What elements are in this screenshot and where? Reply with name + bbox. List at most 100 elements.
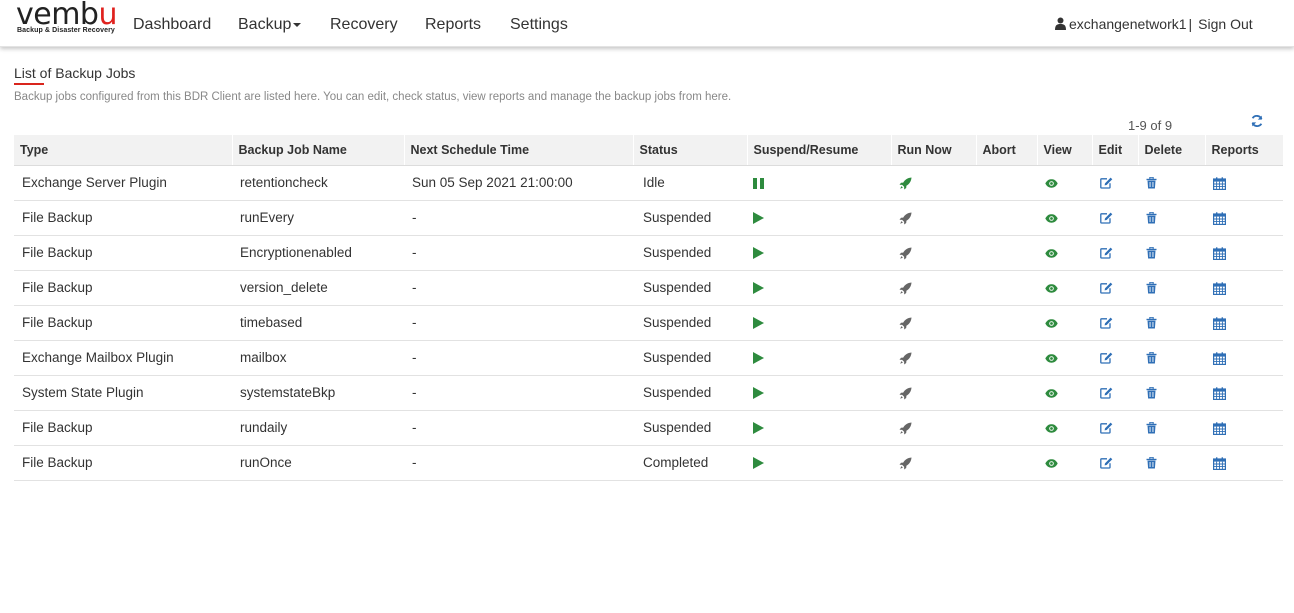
trash-icon[interactable]: [1146, 177, 1157, 189]
play-icon[interactable]: [753, 352, 764, 365]
edit-icon[interactable]: [1100, 422, 1113, 435]
cell-abort: [976, 340, 1037, 376]
play-icon[interactable]: [753, 247, 764, 260]
header-next-schedule[interactable]: Next Schedule Time: [403, 135, 633, 166]
cell-edit: [1092, 200, 1138, 236]
rocket-icon[interactable]: [899, 212, 912, 225]
play-icon[interactable]: [753, 387, 764, 400]
nav-dashboard[interactable]: Dashboard: [133, 0, 211, 47]
rocket-icon[interactable]: [899, 352, 912, 365]
eye-icon[interactable]: [1045, 179, 1058, 188]
rocket-icon[interactable]: [899, 422, 912, 435]
cell-delete: [1138, 340, 1205, 376]
play-icon[interactable]: [753, 422, 764, 435]
edit-icon[interactable]: [1100, 387, 1113, 400]
eye-icon[interactable]: [1045, 319, 1058, 328]
calendar-icon[interactable]: [1213, 422, 1226, 435]
calendar-icon[interactable]: [1213, 457, 1226, 470]
nav-recovery[interactable]: Recovery: [330, 0, 398, 47]
calendar-icon[interactable]: [1213, 352, 1226, 365]
cell-status: Suspended: [633, 305, 747, 341]
trash-icon[interactable]: [1146, 352, 1157, 364]
eye-icon[interactable]: [1045, 459, 1058, 468]
cell-reports: [1205, 200, 1283, 236]
calendar-icon[interactable]: [1213, 282, 1226, 295]
edit-icon[interactable]: [1100, 457, 1113, 470]
rocket-icon[interactable]: [899, 177, 912, 190]
calendar-icon[interactable]: [1213, 317, 1226, 330]
nav-settings[interactable]: Settings: [510, 0, 568, 47]
edit-icon[interactable]: [1100, 177, 1113, 190]
table-row: File Backup runOnce - Completed: [14, 445, 1283, 481]
cell-type: System State Plugin: [14, 375, 232, 411]
rocket-icon[interactable]: [899, 282, 912, 295]
cell-job-name: version_delete: [232, 270, 404, 306]
cell-reports: [1205, 235, 1283, 271]
edit-icon[interactable]: [1100, 247, 1113, 260]
header-job-name[interactable]: Backup Job Name: [231, 135, 404, 166]
calendar-icon[interactable]: [1213, 387, 1226, 400]
cell-next-schedule: -: [404, 410, 633, 446]
rocket-icon[interactable]: [899, 457, 912, 470]
cell-job-name: retentioncheck: [232, 165, 404, 201]
cell-run-now: [891, 375, 976, 411]
cell-job-name: runOnce: [232, 445, 404, 481]
edit-icon[interactable]: [1100, 352, 1113, 365]
play-icon[interactable]: [753, 317, 764, 330]
cell-run-now: [891, 410, 976, 446]
rocket-icon[interactable]: [899, 317, 912, 330]
edit-icon[interactable]: [1100, 282, 1113, 295]
cell-reports: [1205, 270, 1283, 306]
nav-reports[interactable]: Reports: [425, 0, 481, 47]
cell-job-name: timebased: [232, 305, 404, 341]
pause-icon[interactable]: [753, 177, 764, 189]
trash-icon[interactable]: [1146, 457, 1157, 469]
vembu-logo[interactable]: vembu Backup & Disaster Recovery: [16, 0, 117, 38]
calendar-icon[interactable]: [1213, 177, 1226, 190]
cell-delete: [1138, 445, 1205, 481]
cell-next-schedule: -: [404, 340, 633, 376]
header-status[interactable]: Status: [632, 135, 747, 166]
nav-backup[interactable]: Backup: [238, 0, 302, 47]
cell-next-schedule: -: [404, 235, 633, 271]
play-icon[interactable]: [753, 212, 764, 225]
cell-run-now: [891, 270, 976, 306]
trash-icon[interactable]: [1146, 282, 1157, 294]
cell-next-schedule: -: [404, 445, 633, 481]
play-icon[interactable]: [753, 282, 764, 295]
cell-edit: [1092, 375, 1138, 411]
trash-icon[interactable]: [1146, 212, 1157, 224]
cell-suspend-resume: [747, 165, 891, 201]
eye-icon[interactable]: [1045, 284, 1058, 293]
cell-abort: [976, 235, 1037, 271]
cell-job-name: rundaily: [232, 410, 404, 446]
edit-icon[interactable]: [1100, 317, 1113, 330]
eye-icon[interactable]: [1045, 389, 1058, 398]
top-navbar: vembu Backup & Disaster Recovery Dashboa…: [0, 0, 1294, 47]
table-row: File Backup Encryptionenabled - Suspended: [14, 235, 1283, 271]
header-abort: Abort: [975, 135, 1037, 166]
cell-delete: [1138, 200, 1205, 236]
username[interactable]: exchangenetwork1: [1069, 16, 1187, 32]
refresh-icon[interactable]: [1250, 114, 1264, 128]
trash-icon[interactable]: [1146, 317, 1157, 329]
calendar-icon[interactable]: [1213, 247, 1226, 260]
eye-icon[interactable]: [1045, 354, 1058, 363]
header-type[interactable]: Type: [14, 135, 232, 166]
trash-icon[interactable]: [1146, 422, 1157, 434]
eye-icon[interactable]: [1045, 249, 1058, 258]
cell-status: Suspended: [633, 340, 747, 376]
trash-icon[interactable]: [1146, 387, 1157, 399]
play-icon[interactable]: [753, 457, 764, 470]
nav-backup-label: Backup: [238, 16, 292, 33]
trash-icon[interactable]: [1146, 247, 1157, 259]
sign-out-link[interactable]: Sign Out: [1198, 16, 1252, 32]
edit-icon[interactable]: [1100, 212, 1113, 225]
rocket-icon[interactable]: [899, 247, 912, 260]
page-title: List of Backup Jobs: [14, 65, 136, 81]
eye-icon[interactable]: [1045, 424, 1058, 433]
backup-jobs-table: Type Backup Job Name Next Schedule Time …: [14, 135, 1283, 481]
rocket-icon[interactable]: [899, 387, 912, 400]
calendar-icon[interactable]: [1213, 212, 1226, 225]
eye-icon[interactable]: [1045, 214, 1058, 223]
